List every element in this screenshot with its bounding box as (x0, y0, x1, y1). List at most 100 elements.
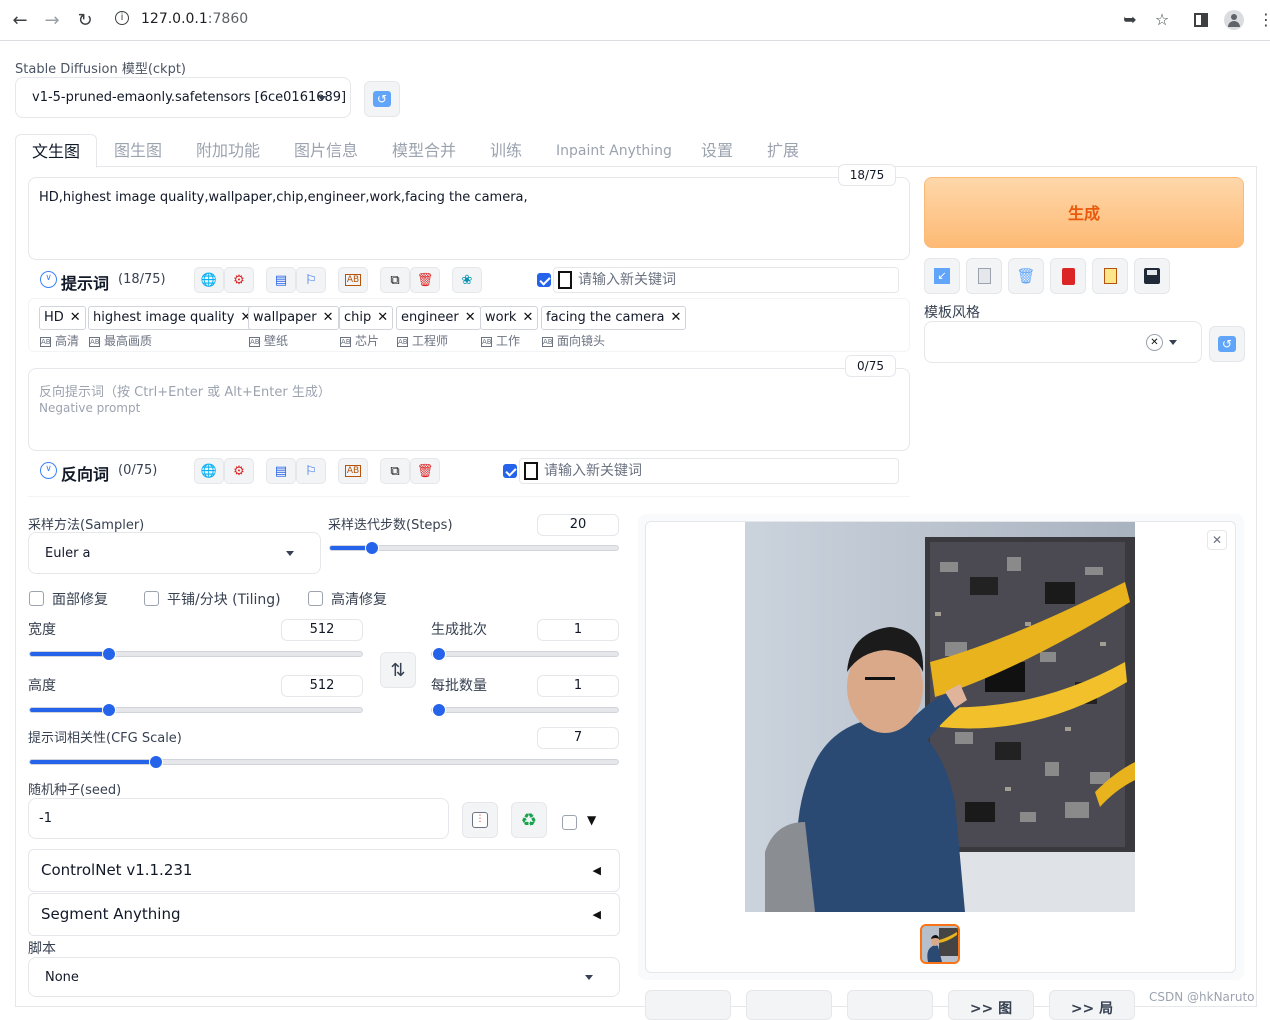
face-restore-checkbox[interactable] (29, 591, 44, 606)
height-slider[interactable] (29, 703, 363, 717)
batch-size-slider[interactable] (431, 703, 619, 717)
slider-thumb[interactable] (101, 647, 116, 661)
chevron-down-icon[interactable]: ∨ (40, 462, 57, 479)
profile-icon[interactable] (1223, 9, 1245, 31)
address-bar[interactable]: 127.0.0.1:7860 (141, 11, 248, 27)
arrow-icon[interactable]: ↙ (924, 258, 960, 294)
dice-icon[interactable]: ⋮ (462, 802, 498, 838)
steps-input[interactable]: 20 (537, 514, 619, 536)
close-icon[interactable]: ✕ (323, 310, 334, 325)
width-input[interactable]: 512 (281, 619, 363, 641)
bookmark-icon[interactable]: ⚐ (296, 458, 326, 484)
slider-thumb[interactable] (148, 755, 163, 769)
negative-keyword-checkbox[interactable] (503, 464, 517, 478)
info-icon[interactable]: i (115, 11, 129, 25)
tab-png-info[interactable]: 图片信息 (278, 134, 374, 168)
close-icon[interactable]: ✕ (70, 310, 81, 325)
prompt-tag[interactable]: engineer ✕ (396, 306, 481, 330)
star-icon[interactable]: ☆ (1151, 9, 1173, 31)
trash-icon[interactable]: 🗑 (410, 267, 440, 293)
output-action-button[interactable] (746, 990, 832, 1020)
gear-icon[interactable]: ⚙ (224, 458, 254, 484)
gear-icon[interactable]: ⚙ (224, 267, 254, 293)
clipboard-icon[interactable] (1092, 258, 1128, 294)
sampler-select[interactable]: Euler a (28, 532, 321, 574)
output-action-button[interactable] (645, 990, 731, 1020)
reload-icon[interactable]: ↻ (74, 10, 96, 32)
steps-slider[interactable] (329, 541, 619, 555)
menu-icon[interactable]: ⋮ (1258, 9, 1270, 31)
save-icon[interactable] (1134, 258, 1170, 294)
hires-checkbox[interactable] (308, 591, 323, 606)
tab-extras[interactable]: 附加功能 (180, 134, 276, 168)
model-select[interactable]: v1-5-pruned-emaonly.safetensors [6ce0161… (15, 77, 351, 118)
tab-inpaint-anything[interactable]: Inpaint Anything (540, 134, 688, 168)
arrow-left-icon[interactable]: ← (9, 10, 31, 32)
arrow-right-icon[interactable]: → (41, 10, 63, 32)
cfg-slider[interactable] (29, 755, 619, 769)
prompt-tag[interactable]: facing the camera ✕ (541, 306, 687, 330)
page-icon[interactable] (966, 258, 1002, 294)
negative-keyword-input[interactable]: 请输入新关键词 (519, 458, 899, 484)
segment-anything-accordion[interactable]: Segment Anything ◀ (28, 893, 620, 936)
tiling-checkbox[interactable] (144, 591, 159, 606)
gallery-thumbnail[interactable] (920, 924, 960, 964)
generate-button[interactable]: 生成 (924, 177, 1244, 248)
close-icon[interactable]: ✕ (465, 310, 476, 325)
send-to-img2img-button[interactable]: >> 图 (948, 990, 1034, 1020)
prompt-tag[interactable]: HD ✕ (39, 306, 86, 330)
controlnet-accordion[interactable]: ControlNet v1.1.231 ◀ (28, 849, 620, 892)
translate-icon[interactable]: AB (338, 458, 368, 484)
tab-train[interactable]: 训练 (474, 134, 538, 168)
batch-count-input[interactable]: 1 (537, 619, 619, 641)
close-icon[interactable]: ✕ (670, 310, 681, 325)
share-icon[interactable]: ➥ (1119, 9, 1141, 31)
sidepanel-icon[interactable] (1190, 9, 1212, 31)
chevron-down-icon[interactable]: ∨ (40, 271, 57, 288)
cfg-input[interactable]: 7 (537, 727, 619, 749)
openai-icon[interactable]: ❀ (452, 267, 482, 293)
prompt-keyword-checkbox[interactable] (537, 273, 551, 287)
close-icon[interactable]: ✕ (522, 310, 533, 325)
extra-seed-checkbox[interactable] (562, 815, 577, 830)
prompt-tag[interactable]: wallpaper ✕ (248, 306, 339, 330)
close-icon[interactable]: ✕ (377, 310, 388, 325)
globe-icon[interactable]: 🌐 (194, 267, 224, 293)
trash-icon[interactable]: 🗑 (410, 458, 440, 484)
recycle-icon[interactable]: ♻ (511, 802, 547, 838)
height-input[interactable]: 512 (281, 675, 363, 697)
slider-thumb[interactable] (101, 703, 116, 717)
batch-size-input[interactable]: 1 (537, 675, 619, 697)
prompt-tag[interactable]: chip ✕ (339, 306, 394, 330)
tab-img2img[interactable]: 图生图 (98, 134, 178, 168)
swap-icon[interactable]: ⇅ (380, 652, 416, 688)
style-select[interactable]: ✕ (924, 321, 1202, 363)
send-to-inpaint-button[interactable]: >> 局 (1049, 990, 1135, 1020)
bookmark-icon[interactable]: ⚐ (296, 267, 326, 293)
card-icon[interactable] (1050, 258, 1086, 294)
script-select[interactable]: None (28, 957, 620, 997)
prompt-tag[interactable]: highest image quality ✕ (88, 306, 257, 330)
copy-icon[interactable]: ⧉ (380, 458, 410, 484)
document-icon[interactable]: ▤ (266, 458, 296, 484)
clear-icon[interactable]: ✕ (1146, 334, 1163, 351)
globe-icon[interactable]: 🌐 (194, 458, 224, 484)
slider-thumb[interactable] (432, 647, 446, 661)
generated-image[interactable] (745, 522, 1135, 912)
document-icon[interactable]: ▤ (266, 267, 296, 293)
prompt-tag[interactable]: work ✕ (480, 306, 539, 330)
seed-input[interactable]: -1 (28, 798, 449, 839)
slider-thumb[interactable] (364, 541, 379, 555)
tab-settings[interactable]: 设置 (685, 134, 749, 168)
tab-txt2img[interactable]: 文生图 (15, 134, 98, 168)
copy-icon[interactable]: ⧉ (380, 267, 410, 293)
width-slider[interactable] (29, 647, 363, 661)
batch-count-slider[interactable] (431, 647, 619, 661)
negative-prompt-textarea[interactable]: 反向提示词（按 Ctrl+Enter 或 Alt+Enter 生成） Negat… (28, 368, 910, 451)
tab-extensions[interactable]: 扩展 (751, 134, 815, 168)
prompt-keyword-input[interactable]: 请输入新关键词 (553, 267, 899, 293)
slider-thumb[interactable] (432, 703, 446, 717)
output-action-button[interactable] (847, 990, 933, 1020)
translate-icon[interactable]: AB (338, 267, 368, 293)
triangle-down-icon[interactable]: ▼ (587, 813, 596, 827)
